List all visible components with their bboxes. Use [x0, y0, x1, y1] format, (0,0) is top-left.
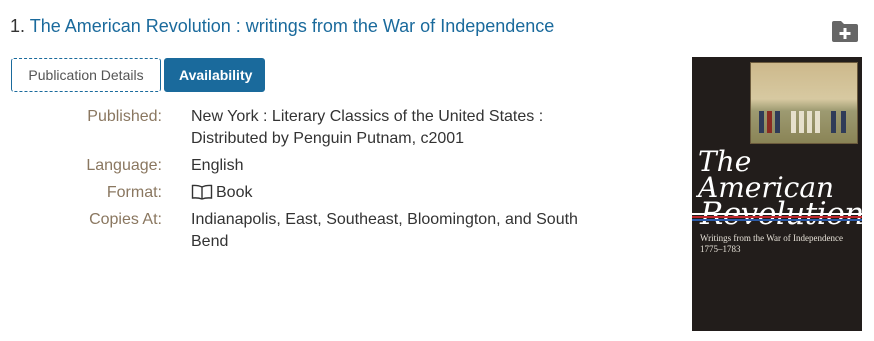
cover-stripe-white	[692, 213, 862, 215]
tab-availability[interactable]: Availability	[164, 58, 265, 92]
published-value: New York : Literary Classics of the Unit…	[191, 108, 544, 147]
tab-publication-details[interactable]: Publication Details	[11, 58, 161, 92]
copies-label: Copies At:	[89, 211, 162, 228]
cover-years: 1775–1783	[700, 244, 741, 254]
format-label: Format:	[106, 184, 162, 201]
book-icon	[191, 184, 213, 200]
published-label: Published:	[87, 108, 162, 125]
format-row: Format: Book	[0, 182, 640, 204]
published-row: Published: New York : Literary Classics …	[0, 106, 640, 150]
copies-value: Indianapolis, East, Southeast, Bloomingt…	[191, 211, 578, 250]
result-title-link[interactable]: The American Revolution : writings from …	[30, 16, 555, 36]
format-value: Book	[216, 184, 253, 201]
cover-subtitle-text: Writings from the War of Independence	[700, 233, 843, 243]
language-label: Language:	[86, 157, 162, 174]
cover-stripe-blue	[692, 219, 862, 221]
cover-painting	[750, 62, 858, 144]
add-to-folder-button[interactable]	[831, 19, 859, 43]
cover-subtitle: Writings from the War of Independence 17…	[700, 233, 860, 255]
result-number: 1.	[10, 16, 26, 36]
folder-plus-icon	[832, 21, 858, 42]
cover-stripe-red	[692, 216, 862, 218]
book-cover-image[interactable]: The American Revolution Writings from th…	[692, 57, 862, 331]
format-value-wrap: Book	[191, 182, 611, 204]
result-tabs: Publication Details Availability	[11, 58, 265, 92]
language-value: English	[191, 157, 244, 174]
cover-title-line1: The American	[698, 145, 835, 204]
copies-row: Copies At: Indianapolis, East, Southeast…	[0, 209, 640, 253]
language-row: Language: English	[0, 155, 640, 177]
result-title: 1. The American Revolution : writings fr…	[10, 14, 554, 38]
publication-details: Published: New York : Literary Classics …	[0, 106, 640, 258]
